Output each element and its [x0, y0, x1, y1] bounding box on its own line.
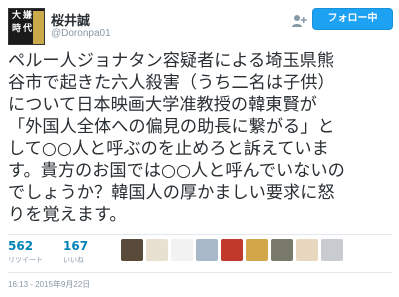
avatar-char-1: 大	[12, 11, 22, 21]
liker-avatar[interactable]	[296, 239, 318, 261]
display-name[interactable]: 桜井誠	[51, 10, 90, 29]
tweet-timestamp[interactable]: 16:13 - 2015年9月22日	[8, 279, 90, 290]
liker-avatar[interactable]	[146, 239, 168, 261]
avatar-char-3: 代	[23, 24, 33, 34]
retweet-label: リツイート	[8, 256, 43, 264]
like-stat[interactable]: 167 いいね	[63, 239, 88, 265]
retweet-count: 562	[8, 239, 34, 253]
liker-avatar[interactable]	[196, 239, 218, 261]
tweet-line: ペルー人ジョナタン容疑者による埼玉県熊	[8, 51, 335, 71]
liker-avatar[interactable]	[271, 239, 293, 261]
avatar[interactable]: 大 時 代 嫌	[8, 8, 45, 45]
divider	[8, 272, 392, 273]
liker-avatar[interactable]	[321, 239, 343, 261]
avatar-accent	[33, 11, 44, 44]
avatar-char-2: 時	[12, 24, 22, 34]
tweet-line: 谷市で起きた六人殺害（うち二名は子供）	[8, 73, 335, 93]
following-button[interactable]: フォロー中	[312, 8, 393, 30]
liker-avatar[interactable]	[121, 239, 143, 261]
retweet-stat[interactable]: 562 リツイート	[8, 239, 43, 265]
tweet-card: 大 時 代 嫌 桜井誠 @Doronpa01 フォロー中 ペルー人ジョナタン容疑…	[0, 0, 399, 297]
liker-avatar[interactable]	[171, 239, 193, 261]
tweet-line: して○○人と呼ぶのを止めろと訴えていま	[8, 139, 329, 159]
like-count: 167	[63, 239, 89, 253]
tweet-line: でしょうか？韓国人の厚かましい要求に怒	[8, 183, 335, 203]
follow-user-icon	[292, 15, 307, 27]
avatar-char-4: 嫌	[23, 11, 33, 21]
divider	[8, 234, 392, 235]
like-label: いいね	[63, 256, 84, 264]
tweet-line: す。貴方のお国では○○人と呼んでいないの	[8, 161, 345, 181]
tweet-line: について日本映画大学准教授の韓東賢が	[8, 95, 317, 115]
tweet-text: ペルー人ジョナタン容疑者による埼玉県熊 谷市で起きた六人殺害（うち二名は子供） …	[8, 50, 394, 226]
liker-avatar[interactable]	[246, 239, 268, 261]
liker-avatar[interactable]	[221, 239, 243, 261]
user-handle[interactable]: @Doronpa01	[51, 28, 111, 39]
tweet-line: りを覚えます。	[8, 205, 127, 225]
tweet-line: 「外国人全体への偏見の助長に繋がる」と	[8, 117, 335, 137]
